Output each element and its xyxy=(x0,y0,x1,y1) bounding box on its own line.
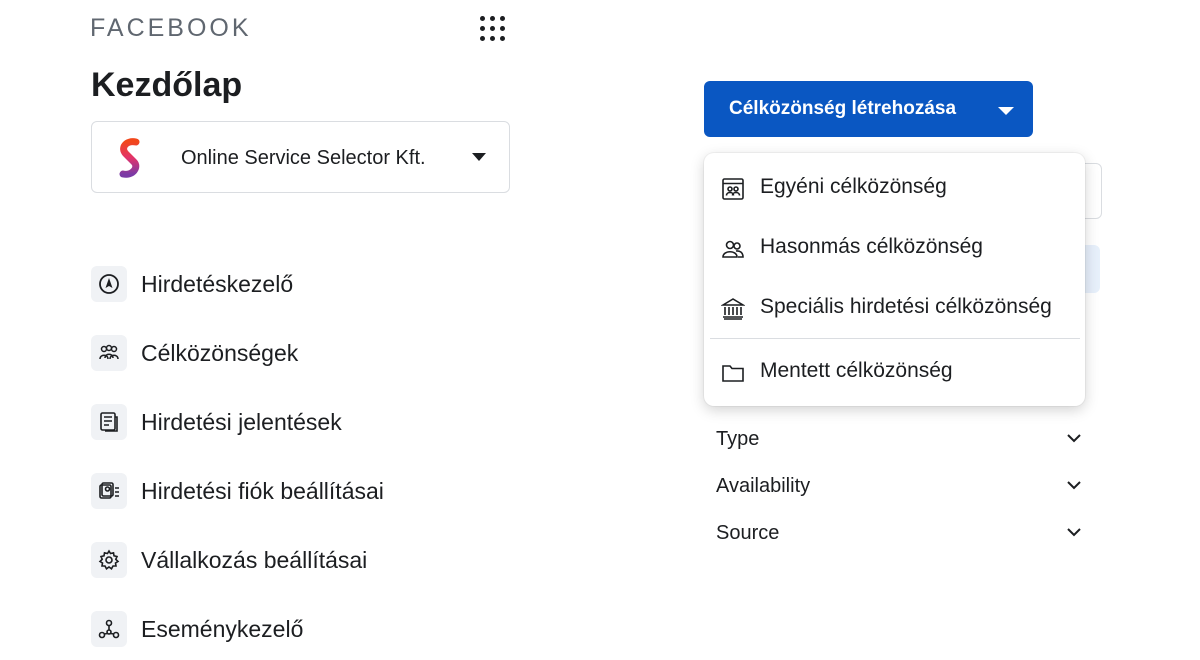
nav-item-label: Eseménykezelő xyxy=(141,616,304,642)
nav-item-ads-manager[interactable]: Hirdetéskezelő xyxy=(91,264,511,304)
menu-item-label: Hasonmás célközönség xyxy=(760,235,983,258)
app-grid-icon[interactable] xyxy=(477,13,509,45)
filter-label: Availability xyxy=(716,475,811,497)
compass-icon xyxy=(91,266,127,302)
caret-down-icon xyxy=(472,153,486,161)
page-title: Kezdőlap xyxy=(91,66,243,104)
filter-availability[interactable]: Availability xyxy=(716,469,1086,505)
menu-item-label: Speciális hirdetési célközönség xyxy=(760,295,1052,318)
nav-item-label: Vállalkozás beállításai xyxy=(141,547,368,573)
chevron-down-icon xyxy=(1067,434,1081,443)
nav-item-label: Hirdetési jelentések xyxy=(141,409,342,435)
folder-icon xyxy=(722,365,744,382)
menu-item-label: Mentett célközönség xyxy=(760,359,953,382)
people-icon xyxy=(91,335,127,371)
events-icon xyxy=(91,611,127,647)
create-audience-label: Célközönség létrehozása xyxy=(729,98,957,119)
account-selector[interactable]: Online Service Selector Kft. xyxy=(91,121,510,193)
menu-item-label: Egyéni célközönség xyxy=(760,175,947,198)
account-name: Online Service Selector Kft. xyxy=(181,147,426,169)
create-audience-button[interactable]: Célközönség létrehozása xyxy=(704,81,1033,137)
nav-item-label: Hirdetési fiók beállításai xyxy=(141,478,384,504)
lookalike-audience-icon xyxy=(722,240,744,258)
account-settings-icon xyxy=(91,473,127,509)
business-logo xyxy=(119,138,140,178)
nav-item-business-settings[interactable]: Vállalkozás beállításai xyxy=(91,540,511,580)
filter-source[interactable]: Source xyxy=(716,516,1086,552)
menu-item-saved-audience[interactable]: Mentett célközönség xyxy=(704,347,1085,399)
menu-item-special-ad-audience[interactable]: Speciális hirdetési célközönség xyxy=(704,283,1085,335)
filter-type[interactable]: Type xyxy=(716,422,1086,458)
facebook-brand: FACEBOOK xyxy=(90,14,252,42)
nav-item-ad-reports[interactable]: Hirdetési jelentések xyxy=(91,402,511,442)
create-audience-dropdown: Egyéni célközönség Hasonmás célközönség … xyxy=(704,153,1085,406)
nav-item-label: Célközönségek xyxy=(141,340,299,366)
nav-item-ad-account-settings[interactable]: Hirdetési fiók beállításai xyxy=(91,471,511,511)
chevron-down-icon xyxy=(1067,481,1081,490)
nav-item-label: Hirdetéskezelő xyxy=(141,271,294,297)
caret-down-icon xyxy=(998,107,1014,115)
menu-item-lookalike-audience[interactable]: Hasonmás célközönség xyxy=(704,223,1085,275)
institution-icon xyxy=(721,298,745,320)
report-icon xyxy=(91,404,127,440)
nav-item-events-manager[interactable]: Eseménykezelő xyxy=(91,609,511,649)
filter-label: Source xyxy=(716,522,780,544)
custom-audience-icon xyxy=(722,178,744,200)
chevron-down-icon xyxy=(1067,528,1081,537)
menu-item-custom-audience[interactable]: Egyéni célközönség xyxy=(704,163,1085,215)
filter-label: Type xyxy=(716,428,760,450)
gear-icon xyxy=(91,542,127,578)
menu-divider xyxy=(710,338,1080,339)
nav-item-audiences[interactable]: Célközönségek xyxy=(91,333,511,373)
